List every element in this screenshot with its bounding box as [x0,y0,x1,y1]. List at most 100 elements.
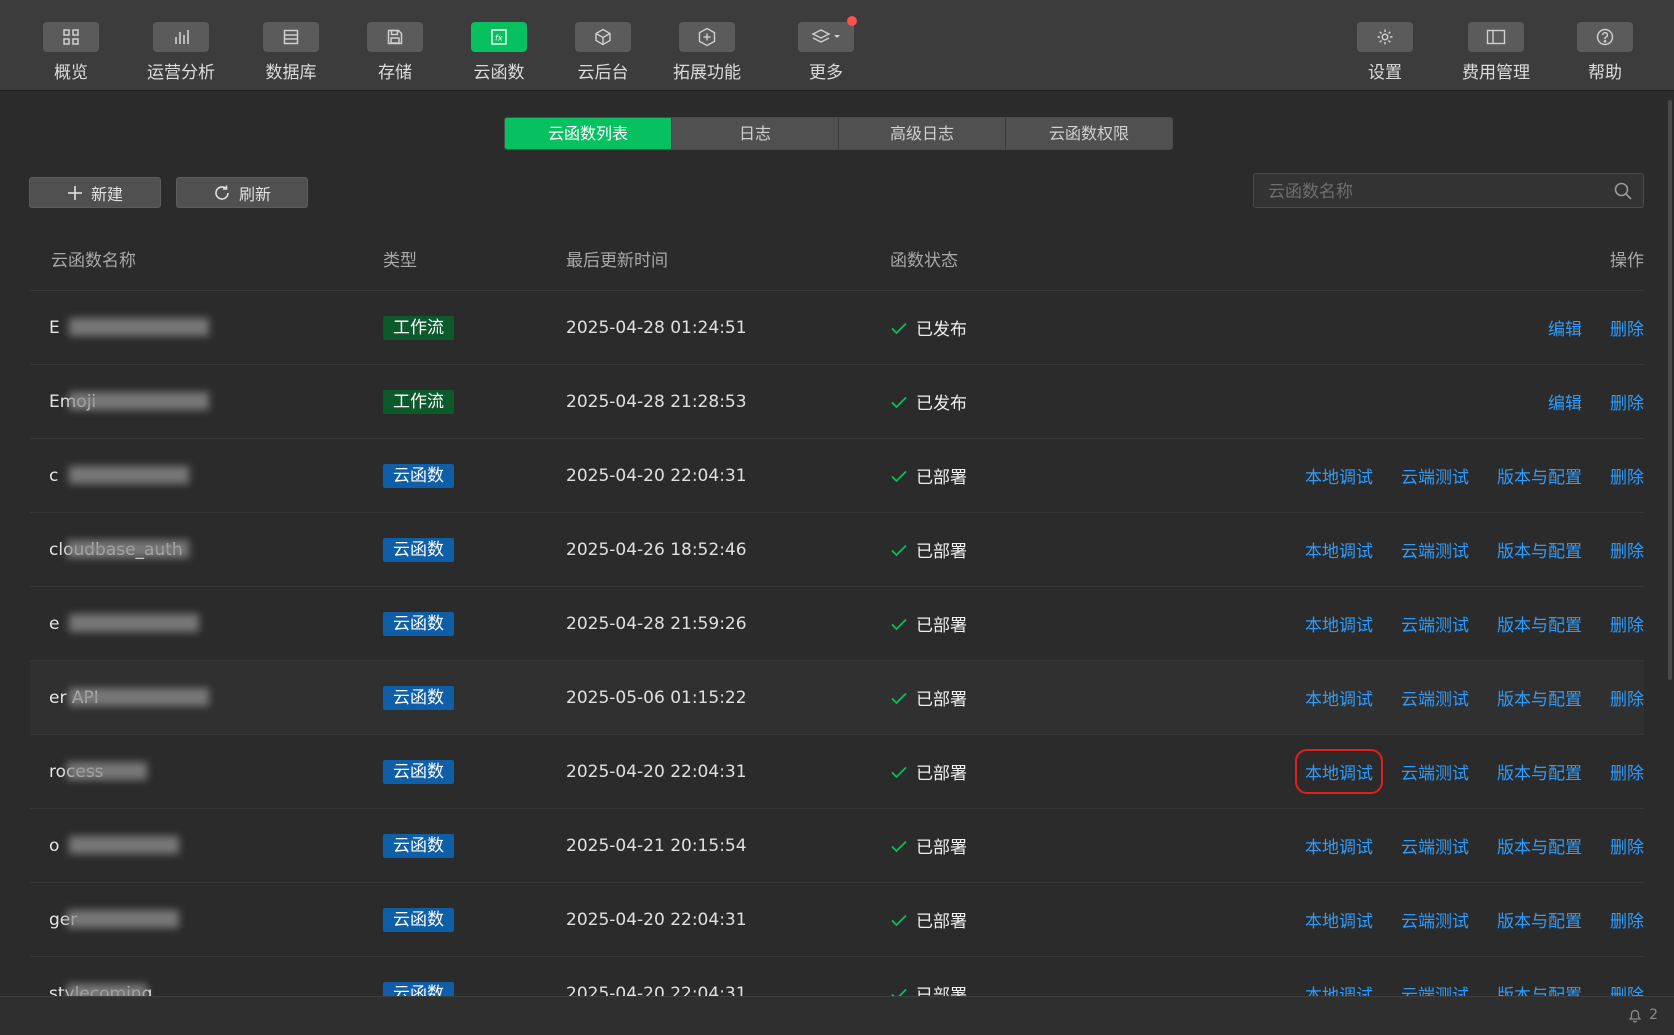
edit-link[interactable]: 编辑 [1548,389,1582,414]
toolbar-billing[interactable]: 费用管理 [1451,22,1541,83]
cloud-test-link[interactable]: 云端测试 [1401,463,1469,488]
status-cell: 已部署 [890,661,967,734]
status-cell: 已部署 [890,439,967,512]
toolbar-storage[interactable]: 存储 [350,22,440,83]
delete-link[interactable]: 删除 [1610,759,1644,784]
gear-icon [1377,29,1393,45]
cloud-test-link[interactable]: 云端测试 [1401,907,1469,932]
delete-link[interactable]: 删除 [1610,611,1644,636]
table-row[interactable]: cloudbase_auth 云函数 2025-04-26 18:52:46 已部署 本… [30,513,1644,587]
local-debug-link[interactable]: 本地调试 [1305,537,1373,562]
cloud-test-link[interactable]: 云端测试 [1401,537,1469,562]
toolbar-cloud-function[interactable]: fx 云函数 [454,22,544,83]
status-badge: 已部署 [890,759,967,784]
cloud-function-badge: 云函数 [383,833,454,858]
tab-permissions[interactable]: 云函数权限 [1006,118,1172,149]
cloud-test-link[interactable]: 云端测试 [1401,611,1469,636]
status-badge: 已部署 [890,537,967,562]
tab-advanced-logs[interactable]: 高级日志 [839,118,1006,149]
delete-link[interactable]: 删除 [1610,463,1644,488]
local-debug-link[interactable]: 本地调试 [1305,907,1373,932]
delete-link[interactable]: 删除 [1610,907,1644,932]
toolbar-label: 帮助 [1588,63,1622,83]
new-button[interactable]: 新建 [29,177,161,208]
new-button-label: 新建 [90,184,123,204]
workflow-badge: 工作流 [383,389,454,414]
scrollbar[interactable] [1668,100,1672,680]
local-debug-link[interactable]: 本地调试 [1305,685,1373,710]
toolbar-database[interactable]: 数据库 [246,22,336,83]
delete-link[interactable]: 删除 [1610,537,1644,562]
toolbar-extensions[interactable]: 拓展功能 [662,22,752,83]
column-updated: 最后更新时间 [566,251,668,271]
local-debug-link[interactable]: 本地调试 [1305,611,1373,636]
version-config-link[interactable]: 版本与配置 [1497,759,1582,784]
notification-count[interactable]: 2 [1627,1007,1658,1023]
refresh-button[interactable]: 刷新 [176,177,308,208]
toolbar-analytics[interactable]: 运营分析 [136,22,226,83]
edit-link[interactable]: 编辑 [1548,315,1582,340]
toolbar-help[interactable]: 帮助 [1560,22,1650,83]
delete-link[interactable]: 删除 [1610,685,1644,710]
status-text: 已部署 [916,542,967,562]
cloud-test-link[interactable]: 云端测试 [1401,685,1469,710]
toolbar-overview[interactable]: 概览 [26,22,116,83]
check-icon [891,322,907,334]
cloud-function-badge: 云函数 [383,907,454,932]
toolbar-label: 云函数 [473,63,525,83]
version-config-link[interactable]: 版本与配置 [1497,537,1582,562]
table-row[interactable]: c 云函数 2025-04-20 22:04:31 已部署 本地调试 云端测试 版本与配置 删… [30,439,1644,513]
check-icon [891,840,907,852]
updated-time: 2025-04-20 22:04:31 [566,761,747,782]
local-debug-link[interactable]: 本地调试 [1295,749,1383,794]
save-icon [387,29,403,45]
updated-time: 2025-04-26 18:52:46 [566,539,747,560]
toolbar-cloud-admin[interactable]: 云后台 [558,22,648,83]
toolbar-more[interactable]: 更多 [781,16,871,83]
function-name-cell: cloudbase_auth [49,513,189,586]
local-debug-link[interactable]: 本地调试 [1305,833,1373,858]
status-badge: 已发布 [890,315,967,340]
search-icon[interactable] [1613,181,1633,201]
delete-link[interactable]: 删除 [1610,389,1644,414]
cloud-function-badge: 云函数 [383,537,454,562]
cloud-test-link[interactable]: 云端测试 [1401,759,1469,784]
status-text: 已部署 [916,912,967,932]
version-config-link[interactable]: 版本与配置 [1497,907,1582,932]
table-row[interactable]: ger 云函数 2025-04-20 22:04:31 已部署 本地调试 云端测试 版本与配… [30,883,1644,957]
version-config-link[interactable]: 版本与配置 [1497,685,1582,710]
search-input[interactable] [1254,174,1620,209]
table-row[interactable]: rocess 云函数 2025-04-20 22:04:31 已部署 本地调试云端测试 版… [30,735,1644,809]
cloud-test-link[interactable]: 云端测试 [1401,833,1469,858]
table-row[interactable]: er API 云函数 2025-05-06 01:15:22 已部署 本地调试 云端测试 版… [30,661,1644,735]
delete-link[interactable]: 删除 [1610,315,1644,340]
function-name-cell: e [49,587,199,660]
delete-link[interactable]: 删除 [1610,833,1644,858]
table-row[interactable]: Emoji 工作流 2025-04-28 21:28:53 已发布 编辑 删除 [30,365,1644,439]
help-icon [1596,28,1614,46]
notification-count-text: 2 [1649,1007,1658,1023]
table-row[interactable]: E 工作流 2025-04-28 01:24:51 已发布 编辑 删除 [30,291,1644,365]
table-row[interactable]: o 云函数 2025-04-21 20:15:54 已部署 本地调试 云端测试 版本与配置 删… [30,809,1644,883]
row-actions: 本地调试 云端测试 版本与配置 删除 [1277,661,1644,734]
tab-function-list[interactable]: 云函数列表 [505,118,672,149]
function-icon: fx [491,29,507,45]
toolbar-settings[interactable]: 设置 [1340,22,1430,83]
check-icon [891,470,907,482]
redacted-name-mask [67,910,179,928]
status-text: 已部署 [916,690,967,710]
table-row[interactable]: e 云函数 2025-04-28 21:59:26 已部署 本地调试 云端测试 版本与配置 删… [30,587,1644,661]
version-config-link[interactable]: 版本与配置 [1497,611,1582,636]
svg-text:fx: fx [495,34,503,43]
tab-logs[interactable]: 日志 [672,118,839,149]
version-config-link[interactable]: 版本与配置 [1497,833,1582,858]
local-debug-link[interactable]: 本地调试 [1305,463,1373,488]
row-actions: 编辑 删除 [1520,365,1644,438]
cloud-function-badge: 云函数 [383,685,454,710]
function-name: o [49,835,60,856]
version-config-link[interactable]: 版本与配置 [1497,463,1582,488]
status-cell: 已部署 [890,735,967,808]
row-actions: 本地调试 云端测试 版本与配置 删除 [1277,883,1644,956]
redacted-name-mask [67,540,189,558]
updated-time: 2025-04-20 22:04:31 [566,909,747,930]
